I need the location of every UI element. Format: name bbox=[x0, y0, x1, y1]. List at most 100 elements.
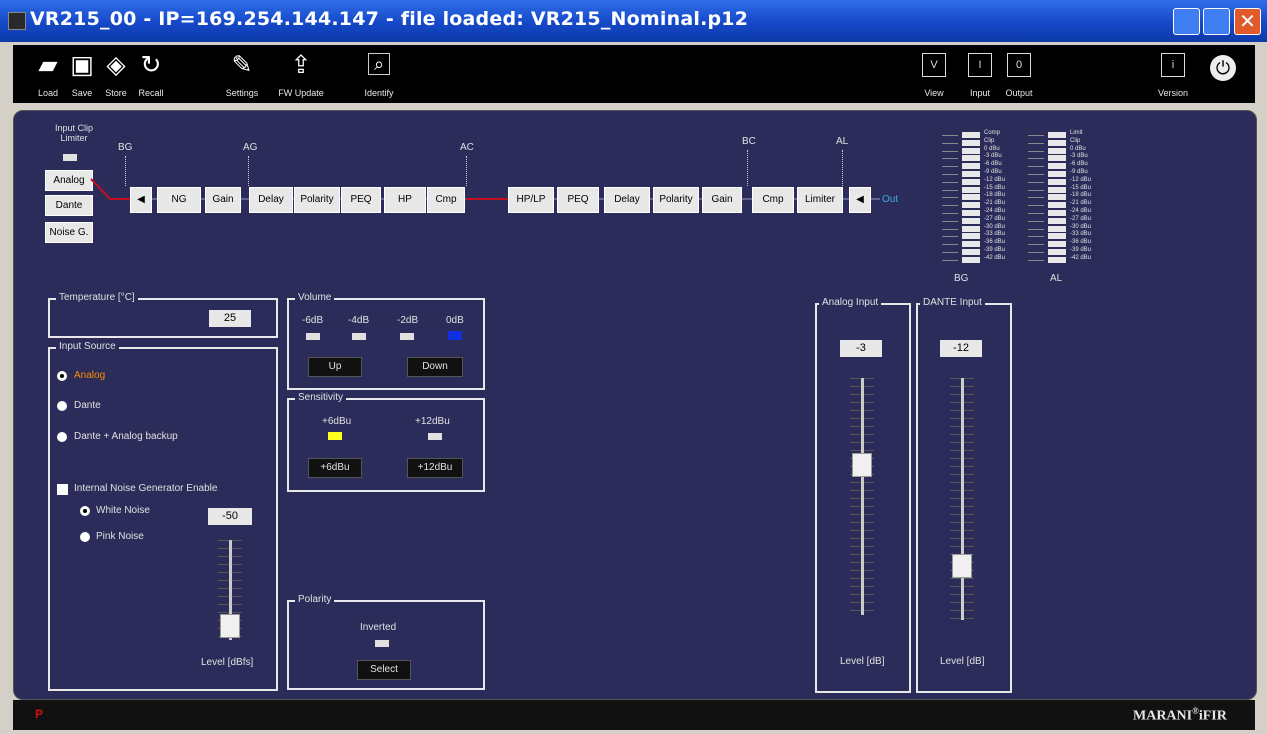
meter-bg-tick bbox=[942, 150, 958, 152]
noise-enable-checkbox[interactable] bbox=[57, 484, 68, 495]
meter-al-segment bbox=[1048, 147, 1066, 154]
meter-bg-tick bbox=[942, 236, 958, 238]
meter-al-segment bbox=[1048, 171, 1066, 177]
radio-analog-label: Analog bbox=[74, 370, 106, 381]
block-polarity-out[interactable]: Polarity bbox=[653, 187, 699, 213]
meter-bg-segment bbox=[962, 233, 980, 240]
radio-pink-noise[interactable] bbox=[80, 532, 90, 542]
sensitivity-low-button[interactable]: +6dBu bbox=[308, 458, 362, 478]
meter-bg-tick bbox=[942, 142, 958, 144]
meter-bg-segment-label: -12 dBu bbox=[984, 176, 1006, 183]
meter-al-segment bbox=[1048, 249, 1066, 255]
volume-led-0 bbox=[448, 331, 462, 340]
meter-al-segment-label: -33 dBu bbox=[1070, 231, 1092, 238]
meter-bg-tick bbox=[942, 181, 958, 183]
meter-al-segment-label: -27 dBu bbox=[1070, 215, 1092, 222]
meter-bg-segment bbox=[962, 163, 980, 170]
meter-bg-segment-label: -21 dBu bbox=[984, 200, 1006, 207]
volume-led-m6 bbox=[306, 333, 320, 340]
pink-noise-label: Pink Noise bbox=[96, 531, 144, 542]
meter-al-segment-label: -18 dBu bbox=[1070, 192, 1092, 199]
block-cmp-out[interactable]: Cmp bbox=[752, 187, 794, 213]
radio-dante-label: Dante bbox=[74, 400, 101, 411]
input-source-title: Input Source bbox=[56, 341, 119, 352]
meter-al-segment-label: -9 dBu bbox=[1070, 169, 1088, 175]
meter-al-segment bbox=[1048, 233, 1066, 240]
meter-bg-segment bbox=[962, 178, 980, 185]
block-gain-out[interactable]: Gain bbox=[702, 187, 742, 213]
meter-bg-segment-label: Clip bbox=[984, 137, 995, 144]
radio-analog[interactable] bbox=[57, 371, 67, 381]
block-hp[interactable]: HP bbox=[384, 187, 426, 213]
meter-bg-tick bbox=[942, 197, 958, 199]
block-cmp-in[interactable]: Cmp bbox=[427, 187, 465, 213]
meter-al-tick bbox=[1028, 244, 1044, 246]
block-ng[interactable]: NG bbox=[157, 187, 201, 213]
meter-bg-segment-label: -27 dBu bbox=[984, 215, 1006, 222]
volume-down-button[interactable]: Down bbox=[407, 357, 463, 377]
white-noise-label: White Noise bbox=[96, 505, 150, 516]
meter-al-segment bbox=[1048, 178, 1066, 185]
block-delay-in[interactable]: Delay bbox=[249, 187, 293, 213]
sensitivity-low-led bbox=[328, 432, 342, 440]
meter-al-segment-label: -39 dBu bbox=[1070, 247, 1092, 253]
meter-bg-segment-label: -39 dBu bbox=[984, 247, 1006, 253]
block-peq-in[interactable]: PEQ bbox=[341, 187, 381, 213]
meter-bg-label: BG bbox=[954, 273, 969, 284]
meter-al-tick bbox=[1028, 135, 1044, 136]
meter-bg-segment bbox=[962, 256, 980, 263]
temperature-value: 25 bbox=[209, 310, 251, 327]
radio-dante-backup-label: Dante + Analog backup bbox=[74, 431, 178, 442]
sensitivity-high-button[interactable]: +12dBu bbox=[407, 458, 463, 478]
polarity-select-button[interactable]: Select bbox=[357, 660, 411, 680]
meter-bg-segment bbox=[962, 210, 980, 216]
brand-logo: MARANI®iFIR bbox=[1133, 706, 1227, 724]
meter-bg-tick bbox=[942, 135, 958, 136]
meter-al-segment-label: 0 dBu bbox=[1070, 145, 1086, 152]
volume-led-m4 bbox=[352, 333, 366, 340]
meter-bg-tick bbox=[942, 158, 958, 160]
volume-up-button[interactable]: Up bbox=[308, 357, 362, 377]
status-indicator: P bbox=[35, 707, 44, 721]
sensitivity-title: Sensitivity bbox=[295, 392, 347, 403]
meter-al-segment bbox=[1048, 139, 1066, 146]
meter-al-tick bbox=[1028, 150, 1044, 152]
meter-bg-tick bbox=[942, 228, 958, 230]
block-delay-out[interactable]: Delay bbox=[604, 187, 650, 213]
meter-al-segment bbox=[1048, 241, 1066, 248]
dante-input-title: DANTE Input bbox=[920, 297, 985, 308]
meter-al-tick bbox=[1028, 252, 1044, 253]
noise-level-label: Level [dBfs] bbox=[201, 657, 254, 668]
meter-bg-segment bbox=[962, 217, 980, 224]
meter-bg-segment bbox=[962, 139, 980, 146]
dante-input-value: -12 bbox=[940, 340, 982, 357]
meter-bg-segment-label: -42 dBu bbox=[984, 254, 1006, 261]
meter-al-tick bbox=[1028, 181, 1044, 183]
meter-bg-segment bbox=[962, 241, 980, 248]
radio-white-noise[interactable] bbox=[80, 506, 90, 516]
dante-slider-thumb[interactable] bbox=[952, 554, 972, 578]
noise-slider-thumb[interactable] bbox=[220, 614, 240, 639]
radio-dante-backup[interactable] bbox=[57, 432, 67, 442]
meter-al-segment-label: Limit bbox=[1070, 130, 1083, 136]
analog-input-value: -3 bbox=[840, 340, 882, 357]
meter-al-segment bbox=[1048, 163, 1066, 170]
meter-al-segment-label: -15 dBu bbox=[1070, 184, 1092, 191]
volume-level-m4: -4dB bbox=[348, 315, 370, 326]
radio-dante[interactable] bbox=[57, 401, 67, 411]
meter-al-segment-label: -12 dBu bbox=[1070, 176, 1092, 183]
block-peq-out[interactable]: PEQ bbox=[557, 187, 599, 213]
meter-bg-tick bbox=[942, 220, 958, 222]
block-limiter[interactable]: Limiter bbox=[797, 187, 843, 213]
meter-al-tick bbox=[1028, 197, 1044, 199]
block-polarity-in[interactable]: Polarity bbox=[294, 187, 340, 213]
meter-al-segment-label: Clip bbox=[1070, 137, 1081, 144]
meter-bg-segment-label: -36 dBu bbox=[984, 239, 1006, 246]
meter-al-segment-label: -3 dBu bbox=[1070, 153, 1088, 160]
block-gain-in[interactable]: Gain bbox=[205, 187, 241, 213]
meter-al-segment-label: -6 dBu bbox=[1070, 161, 1088, 168]
meter-al-tick bbox=[1028, 213, 1044, 214]
block-hplp[interactable]: HP/LP bbox=[508, 187, 554, 213]
meter-bg-segment-label: 0 dBu bbox=[984, 145, 1000, 152]
analog-slider-thumb[interactable] bbox=[852, 453, 872, 478]
